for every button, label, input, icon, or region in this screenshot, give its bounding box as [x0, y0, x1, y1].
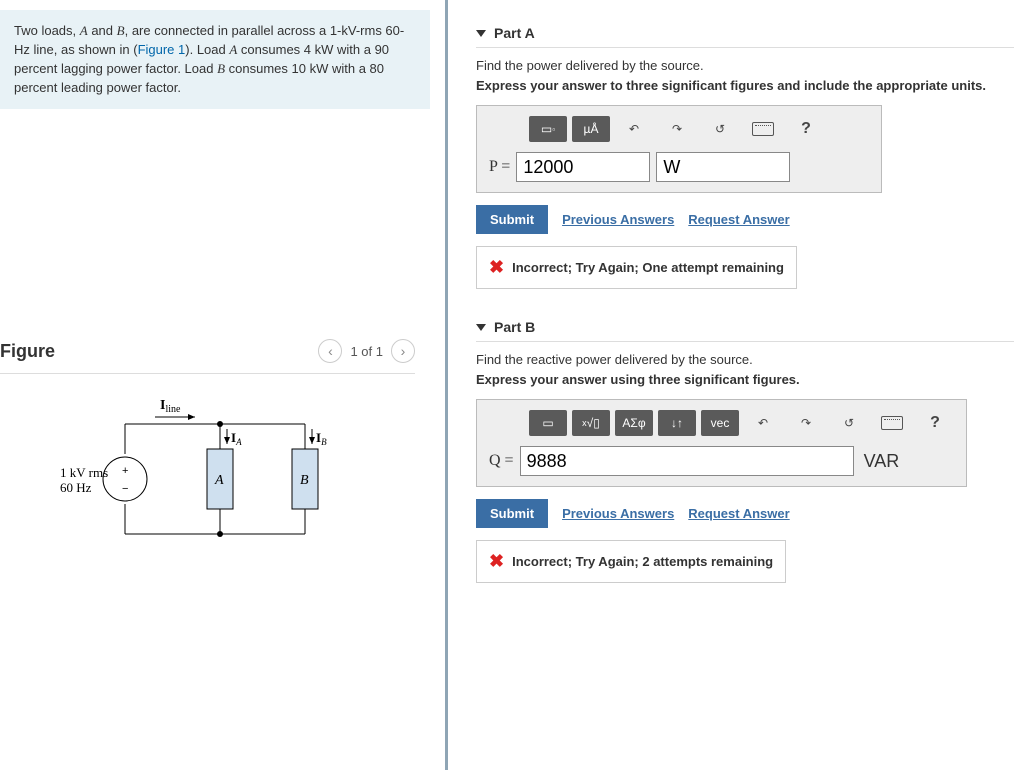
part-a: Part A Find the power delivered by the s… [476, 25, 1014, 289]
part-a-feedback-text: Incorrect; Try Again; One attempt remain… [512, 260, 784, 275]
figure-pager-label: 1 of 1 [350, 344, 383, 359]
svg-text:B: B [300, 473, 309, 488]
figure-prev-button[interactable]: ‹ [318, 339, 342, 363]
keyboard-icon[interactable] [873, 410, 911, 436]
part-a-submit-button[interactable]: Submit [476, 205, 548, 234]
part-a-title: Part A [494, 25, 535, 41]
svg-text:IB: IB [316, 430, 327, 447]
circuit-figure: + − 1 kV rms 60 Hz A B Iline IA [55, 384, 445, 567]
part-b-feedback-text: Incorrect; Try Again; 2 attempts remaini… [512, 554, 773, 569]
reset-icon[interactable]: ↺ [830, 410, 868, 436]
undo-icon[interactable]: ↶ [615, 116, 653, 142]
help-icon[interactable]: ? [787, 116, 825, 142]
redo-icon[interactable]: ↷ [658, 116, 696, 142]
svg-text:+: + [122, 465, 128, 477]
part-a-prompt: Find the power delivered by the source. [476, 58, 1014, 73]
part-a-instruction: Express your answer to three significant… [476, 78, 1014, 93]
svg-text:A: A [214, 473, 224, 488]
vec-button[interactable]: vec [701, 410, 739, 436]
figure-heading: Figure [0, 341, 55, 362]
svg-text:−: − [122, 483, 128, 495]
divider [0, 373, 415, 374]
sqrt-icon[interactable]: x√▯ [572, 410, 610, 436]
part-b: Part B Find the reactive power delivered… [476, 319, 1014, 583]
keyboard-icon[interactable] [744, 116, 782, 142]
help-icon[interactable]: ? [916, 410, 954, 436]
part-a-request-answer-link[interactable]: Request Answer [688, 212, 789, 227]
units-button[interactable]: µÅ [572, 116, 610, 142]
svg-text:60 Hz: 60 Hz [60, 480, 92, 495]
svg-text:IA: IA [231, 430, 242, 447]
part-b-answer-box: ▭ x√▯ ΑΣφ ↓↑ vec ↶ ↷ ↺ ? Q = VAR [476, 399, 967, 487]
part-a-previous-answers-link[interactable]: Previous Answers [562, 212, 674, 227]
greek-button[interactable]: ΑΣφ [615, 410, 653, 436]
figure-next-button[interactable]: › [391, 339, 415, 363]
part-b-instruction: Express your answer using three signific… [476, 372, 1014, 387]
part-a-unit-input[interactable] [656, 152, 790, 182]
part-b-value-input[interactable] [520, 446, 854, 476]
part-a-variable: P = [489, 158, 510, 176]
part-a-feedback: ✖ Incorrect; Try Again; One attempt rema… [476, 246, 797, 289]
reset-icon[interactable]: ↺ [701, 116, 739, 142]
svg-text:Iline: Iline [160, 398, 181, 415]
incorrect-icon: ✖ [489, 257, 504, 278]
part-b-feedback: ✖ Incorrect; Try Again; 2 attempts remai… [476, 540, 786, 583]
part-b-request-answer-link[interactable]: Request Answer [688, 506, 789, 521]
templates-icon[interactable]: ▭ [529, 410, 567, 436]
part-a-header[interactable]: Part A [476, 25, 1014, 48]
part-b-unit-label: VAR [864, 451, 900, 472]
part-b-title: Part B [494, 319, 535, 335]
incorrect-icon: ✖ [489, 551, 504, 572]
caret-down-icon [476, 324, 486, 331]
problem-statement: Two loads, A and B, are connected in par… [0, 10, 430, 109]
part-a-value-input[interactable] [516, 152, 650, 182]
undo-icon[interactable]: ↶ [744, 410, 782, 436]
caret-down-icon [476, 30, 486, 37]
part-b-variable: Q = [489, 452, 514, 470]
redo-icon[interactable]: ↷ [787, 410, 825, 436]
svg-text:1 kV rms: 1 kV rms [60, 465, 108, 480]
part-b-header[interactable]: Part B [476, 319, 1014, 342]
templates-icon[interactable]: ▭▫ [529, 116, 567, 142]
part-a-answer-box: ▭▫ µÅ ↶ ↷ ↺ ? P = [476, 105, 882, 193]
part-b-previous-answers-link[interactable]: Previous Answers [562, 506, 674, 521]
part-b-prompt: Find the reactive power delivered by the… [476, 352, 1014, 367]
updown-icon[interactable]: ↓↑ [658, 410, 696, 436]
part-b-submit-button[interactable]: Submit [476, 499, 548, 528]
figure-pager: ‹ 1 of 1 › [318, 339, 415, 363]
